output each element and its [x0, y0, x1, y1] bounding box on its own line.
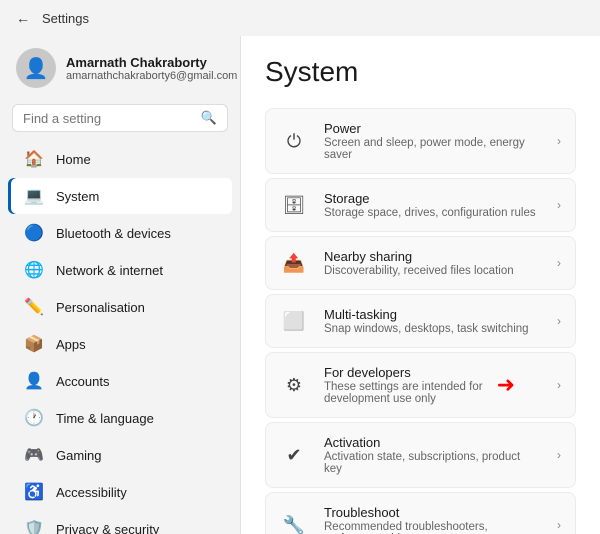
settings-item-chevron-nearby-sharing: ›	[557, 256, 561, 270]
settings-list: ⏻ Power Screen and sleep, power mode, en…	[265, 108, 576, 534]
sidebar-item-bluetooth[interactable]: 🔵 Bluetooth & devices	[8, 215, 232, 251]
settings-item-chevron-troubleshoot: ›	[557, 518, 561, 532]
sidebar-item-label-time: Time & language	[56, 411, 154, 426]
sidebar-item-gaming[interactable]: 🎮 Gaming	[8, 437, 232, 473]
settings-item-desc-troubleshoot: Recommended troubleshooters, preferences…	[324, 521, 541, 534]
time-icon: 🕐	[24, 408, 44, 428]
settings-item-nearby-sharing[interactable]: 📤 Nearby sharing Discoverability, receiv…	[265, 236, 576, 290]
user-name: Amarnath Chakraborty	[66, 55, 237, 70]
settings-item-desc-multitasking: Snap windows, desktops, task switching	[324, 323, 541, 335]
troubleshoot-icon: 🔧	[280, 515, 308, 534]
settings-item-desc-power: Screen and sleep, power mode, energy sav…	[324, 137, 541, 161]
nav-list: 🏠 Home 💻 System 🔵 Bluetooth & devices 🌐 …	[0, 140, 240, 534]
settings-item-chevron-activation: ›	[557, 448, 561, 462]
sidebar-item-label-gaming: Gaming	[56, 448, 102, 463]
settings-item-chevron-storage: ›	[557, 198, 561, 212]
settings-item-title-troubleshoot: Troubleshoot	[324, 505, 541, 520]
privacy-icon: 🛡️	[24, 519, 44, 534]
settings-item-chevron-developers: ›	[557, 378, 561, 392]
settings-item-title-activation: Activation	[324, 435, 541, 450]
developers-icon: ⚙	[280, 375, 308, 396]
sidebar-item-label-privacy: Privacy & security	[56, 522, 159, 534]
search-input[interactable]	[23, 111, 195, 126]
settings-item-desc-storage: Storage space, drives, configuration rul…	[324, 207, 541, 219]
user-profile[interactable]: 👤 Amarnath Chakraborty amarnathchakrabor…	[0, 36, 240, 104]
sidebar-item-apps[interactable]: 📦 Apps	[8, 326, 232, 362]
settings-item-text-nearby-sharing: Nearby sharing Discoverability, received…	[324, 249, 541, 277]
bluetooth-icon: 🔵	[24, 223, 44, 243]
home-icon: 🏠	[24, 149, 44, 169]
settings-item-power[interactable]: ⏻ Power Screen and sleep, power mode, en…	[265, 108, 576, 174]
multitasking-icon: ⬜	[280, 311, 308, 332]
sidebar-item-label-bluetooth: Bluetooth & devices	[56, 226, 171, 241]
settings-item-title-developers: For developers	[324, 365, 541, 380]
settings-item-developers[interactable]: ⚙ For developers These settings are inte…	[265, 352, 576, 418]
settings-item-title-nearby-sharing: Nearby sharing	[324, 249, 541, 264]
sidebar-item-system[interactable]: 💻 System	[8, 178, 232, 214]
settings-item-activation[interactable]: ✔ Activation Activation state, subscript…	[265, 422, 576, 488]
sidebar-item-accessibility[interactable]: ♿ Accessibility	[8, 474, 232, 510]
settings-item-title-power: Power	[324, 121, 541, 136]
settings-item-text-power: Power Screen and sleep, power mode, ener…	[324, 121, 541, 161]
sidebar-item-label-home: Home	[56, 152, 91, 167]
settings-item-text-developers: For developers These settings are intend…	[324, 365, 541, 405]
accounts-icon: 👤	[24, 371, 44, 391]
main-layout: 👤 Amarnath Chakraborty amarnathchakrabor…	[0, 36, 600, 534]
settings-item-storage[interactable]: 🗄 Storage Storage space, drives, configu…	[265, 178, 576, 232]
gaming-icon: 🎮	[24, 445, 44, 465]
sidebar-item-accounts[interactable]: 👤 Accounts	[8, 363, 232, 399]
search-icon: 🔍	[201, 110, 217, 126]
sidebar-item-privacy[interactable]: 🛡️ Privacy & security	[8, 511, 232, 534]
accessibility-icon: ♿	[24, 482, 44, 502]
activation-icon: ✔	[280, 445, 308, 466]
settings-item-desc-developers: These settings are intended for developm…	[324, 381, 541, 405]
personalisation-icon: ✏️	[24, 297, 44, 317]
sidebar-item-personalisation[interactable]: ✏️ Personalisation	[8, 289, 232, 325]
sidebar-item-label-system: System	[56, 189, 99, 204]
storage-icon: 🗄	[280, 195, 308, 216]
sidebar-item-network[interactable]: 🌐 Network & internet	[8, 252, 232, 288]
settings-item-title-multitasking: Multi-tasking	[324, 307, 541, 322]
settings-item-chevron-power: ›	[557, 134, 561, 148]
user-email: amarnathchakraborty6@gmail.com	[66, 70, 237, 82]
sidebar-item-label-accounts: Accounts	[56, 374, 109, 389]
settings-item-desc-nearby-sharing: Discoverability, received files location	[324, 265, 541, 277]
settings-item-multitasking[interactable]: ⬜ Multi-tasking Snap windows, desktops, …	[265, 294, 576, 348]
search-box[interactable]: 🔍	[12, 104, 228, 132]
settings-item-text-storage: Storage Storage space, drives, configura…	[324, 191, 541, 219]
apps-icon: 📦	[24, 334, 44, 354]
system-icon: 💻	[24, 186, 44, 206]
sidebar: 👤 Amarnath Chakraborty amarnathchakrabor…	[0, 36, 240, 534]
sidebar-item-label-network: Network & internet	[56, 263, 163, 278]
settings-item-title-storage: Storage	[324, 191, 541, 206]
sidebar-item-label-personalisation: Personalisation	[56, 300, 145, 315]
network-icon: 🌐	[24, 260, 44, 280]
settings-item-troubleshoot[interactable]: 🔧 Troubleshoot Recommended troubleshoote…	[265, 492, 576, 534]
settings-item-chevron-multitasking: ›	[557, 314, 561, 328]
sidebar-item-time[interactable]: 🕐 Time & language	[8, 400, 232, 436]
user-info: Amarnath Chakraborty amarnathchakraborty…	[66, 55, 237, 82]
content-area: System ⏻ Power Screen and sleep, power m…	[240, 36, 600, 534]
sidebar-item-label-accessibility: Accessibility	[56, 485, 127, 500]
sidebar-item-label-apps: Apps	[56, 337, 86, 352]
sidebar-item-home[interactable]: 🏠 Home	[8, 141, 232, 177]
power-icon: ⏻	[280, 131, 308, 152]
avatar: 👤	[16, 48, 56, 88]
title-bar: ← Settings	[0, 0, 600, 36]
page-title: System	[265, 56, 576, 88]
settings-item-text-activation: Activation Activation state, subscriptio…	[324, 435, 541, 475]
settings-item-desc-activation: Activation state, subscriptions, product…	[324, 451, 541, 475]
back-button[interactable]: ←	[12, 8, 34, 28]
title-bar-text: Settings	[42, 11, 89, 26]
settings-item-text-multitasking: Multi-tasking Snap windows, desktops, ta…	[324, 307, 541, 335]
nearby-sharing-icon: 📤	[280, 253, 308, 274]
settings-item-text-troubleshoot: Troubleshoot Recommended troubleshooters…	[324, 505, 541, 534]
